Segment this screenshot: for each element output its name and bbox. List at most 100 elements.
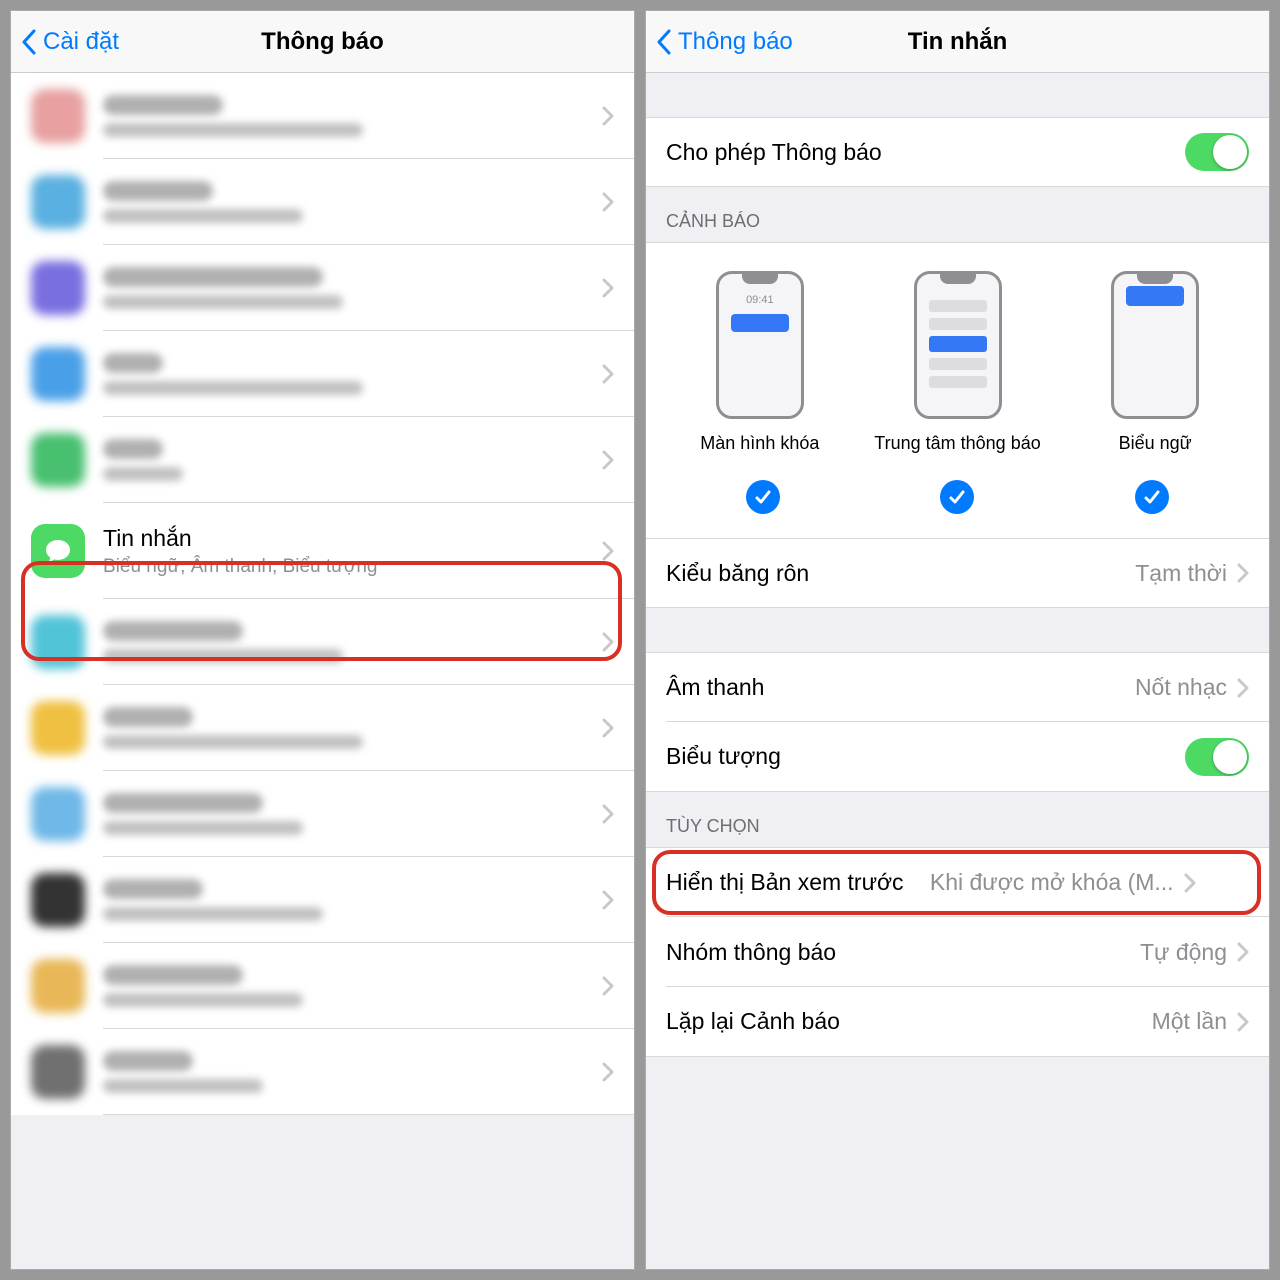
blurred-subtitle <box>103 295 343 309</box>
left-pane-notifications: Cài đặt Thông báo Tin nhắnBiểu ngữ, Âm t… <box>10 10 635 1270</box>
notification-center-preview-icon <box>914 271 1002 419</box>
chevron-right-icon <box>1237 563 1249 583</box>
alert-label: Trung tâm thông báo <box>874 433 1040 454</box>
app-row-blurred[interactable] <box>11 245 634 331</box>
chevron-right-icon <box>1237 1012 1249 1032</box>
back-label: Cài đặt <box>43 28 119 56</box>
sound-row[interactable]: Âm thanh Nốt nhạc <box>646 652 1269 722</box>
check-icon[interactable] <box>1135 480 1169 514</box>
blurred-title <box>103 793 263 813</box>
blurred-subtitle <box>103 209 303 223</box>
chevron-right-icon <box>1184 873 1196 893</box>
blurred-title <box>103 353 163 373</box>
blurred-subtitle <box>103 735 363 749</box>
app-icon <box>31 433 85 487</box>
app-row-blurred[interactable] <box>11 599 634 685</box>
lockscreen-preview-icon: 09:41 <box>716 271 804 419</box>
repeat-label: Lặp lại Cảnh báo <box>666 1008 1152 1035</box>
chevron-right-icon <box>1237 678 1249 698</box>
section-header-alerts: CẢNH BÁO <box>646 187 1269 242</box>
check-icon[interactable] <box>746 480 780 514</box>
right-pane-messages-settings: Thông báo Tin nhắn Cho phép Thông báo CẢ… <box>645 10 1270 1270</box>
app-icon <box>31 959 85 1013</box>
alert-style-notification-center[interactable]: Trung tâm thông báo <box>864 271 1052 454</box>
chevron-right-icon <box>602 364 614 384</box>
app-row-messages[interactable]: Tin nhắnBiểu ngữ, Âm thanh, Biểu tượng <box>11 503 634 599</box>
chevron-right-icon <box>602 106 614 126</box>
blurred-subtitle <box>103 907 323 921</box>
blurred-title <box>103 621 243 641</box>
blurred-title <box>103 181 213 201</box>
chevron-right-icon <box>602 450 614 470</box>
app-icon <box>31 787 85 841</box>
grouping-row[interactable]: Nhóm thông báo Tự động <box>646 917 1269 987</box>
check-icon[interactable] <box>940 480 974 514</box>
banner-style-row[interactable]: Kiểu băng rôn Tạm thời <box>646 538 1269 608</box>
app-row-blurred[interactable] <box>11 331 634 417</box>
blurred-title <box>103 707 193 727</box>
app-icon <box>31 261 85 315</box>
blurred-subtitle <box>103 993 303 1007</box>
app-icon <box>31 89 85 143</box>
app-icon <box>31 615 85 669</box>
badge-row[interactable]: Biểu tượng <box>646 722 1269 792</box>
app-icon <box>31 873 85 927</box>
back-button[interactable]: Cài đặt <box>11 28 119 56</box>
back-label: Thông báo <box>678 28 793 56</box>
repeat-alerts-row[interactable]: Lặp lại Cảnh báo Một lần <box>646 987 1269 1057</box>
settings-list[interactable]: Cho phép Thông báo CẢNH BÁO 09:41 Màn hì… <box>646 73 1269 1269</box>
back-button[interactable]: Thông báo <box>646 28 793 56</box>
badge-label: Biểu tượng <box>666 743 1185 770</box>
badge-switch[interactable] <box>1185 738 1249 776</box>
banner-style-label: Kiểu băng rôn <box>666 560 1135 587</box>
blurred-subtitle <box>103 467 183 481</box>
banner-style-value: Tạm thời <box>1135 560 1227 587</box>
app-row-blurred[interactable] <box>11 417 634 503</box>
blurred-subtitle <box>103 123 363 137</box>
allow-label: Cho phép Thông báo <box>666 139 1185 166</box>
blurred-title <box>103 267 323 287</box>
chevron-right-icon <box>1237 942 1249 962</box>
app-icon <box>31 175 85 229</box>
chevron-right-icon <box>602 632 614 652</box>
app-icon <box>31 347 85 401</box>
lock-time: 09:41 <box>727 294 793 306</box>
navbar: Cài đặt Thông báo <box>11 11 634 73</box>
chevron-right-icon <box>602 976 614 996</box>
blurred-subtitle <box>103 649 343 663</box>
alert-style-lockscreen[interactable]: 09:41 Màn hình khóa <box>666 271 854 454</box>
blurred-subtitle <box>103 821 303 835</box>
chevron-right-icon <box>602 1062 614 1082</box>
alerts-styles: 09:41 Màn hình khóa <box>646 242 1269 538</box>
app-row-blurred[interactable] <box>11 1029 634 1115</box>
blurred-subtitle <box>103 1079 263 1093</box>
allow-switch[interactable] <box>1185 133 1249 171</box>
chevron-right-icon <box>602 278 614 298</box>
grouping-value: Tự động <box>1140 939 1227 966</box>
app-row-blurred[interactable] <box>11 685 634 771</box>
chevron-right-icon <box>602 890 614 910</box>
app-icon <box>31 701 85 755</box>
messages-app-icon <box>31 524 85 578</box>
app-icon <box>31 1045 85 1099</box>
blurred-title <box>103 95 223 115</box>
messages-title: Tin nhắn <box>103 525 602 552</box>
chevron-left-icon <box>21 29 37 55</box>
alert-style-banner[interactable]: Biểu ngữ <box>1061 271 1249 454</box>
banner-preview-icon <box>1111 271 1199 419</box>
app-row-blurred[interactable] <box>11 73 634 159</box>
grouping-label: Nhóm thông báo <box>666 939 1140 966</box>
app-row-blurred[interactable] <box>11 159 634 245</box>
alert-label: Màn hình khóa <box>700 433 819 454</box>
show-previews-row[interactable]: Hiển thị Bản xem trước Khi được mở khóa … <box>646 847 1269 917</box>
chevron-right-icon <box>602 718 614 738</box>
app-row-blurred[interactable] <box>11 771 634 857</box>
sound-value: Nốt nhạc <box>1135 674 1227 701</box>
app-row-blurred[interactable] <box>11 857 634 943</box>
blurred-title <box>103 965 243 985</box>
allow-notifications-row[interactable]: Cho phép Thông báo <box>646 117 1269 187</box>
chevron-right-icon <box>602 804 614 824</box>
app-list[interactable]: Tin nhắnBiểu ngữ, Âm thanh, Biểu tượng <box>11 73 634 1269</box>
app-row-blurred[interactable] <box>11 943 634 1029</box>
blurred-title <box>103 879 203 899</box>
